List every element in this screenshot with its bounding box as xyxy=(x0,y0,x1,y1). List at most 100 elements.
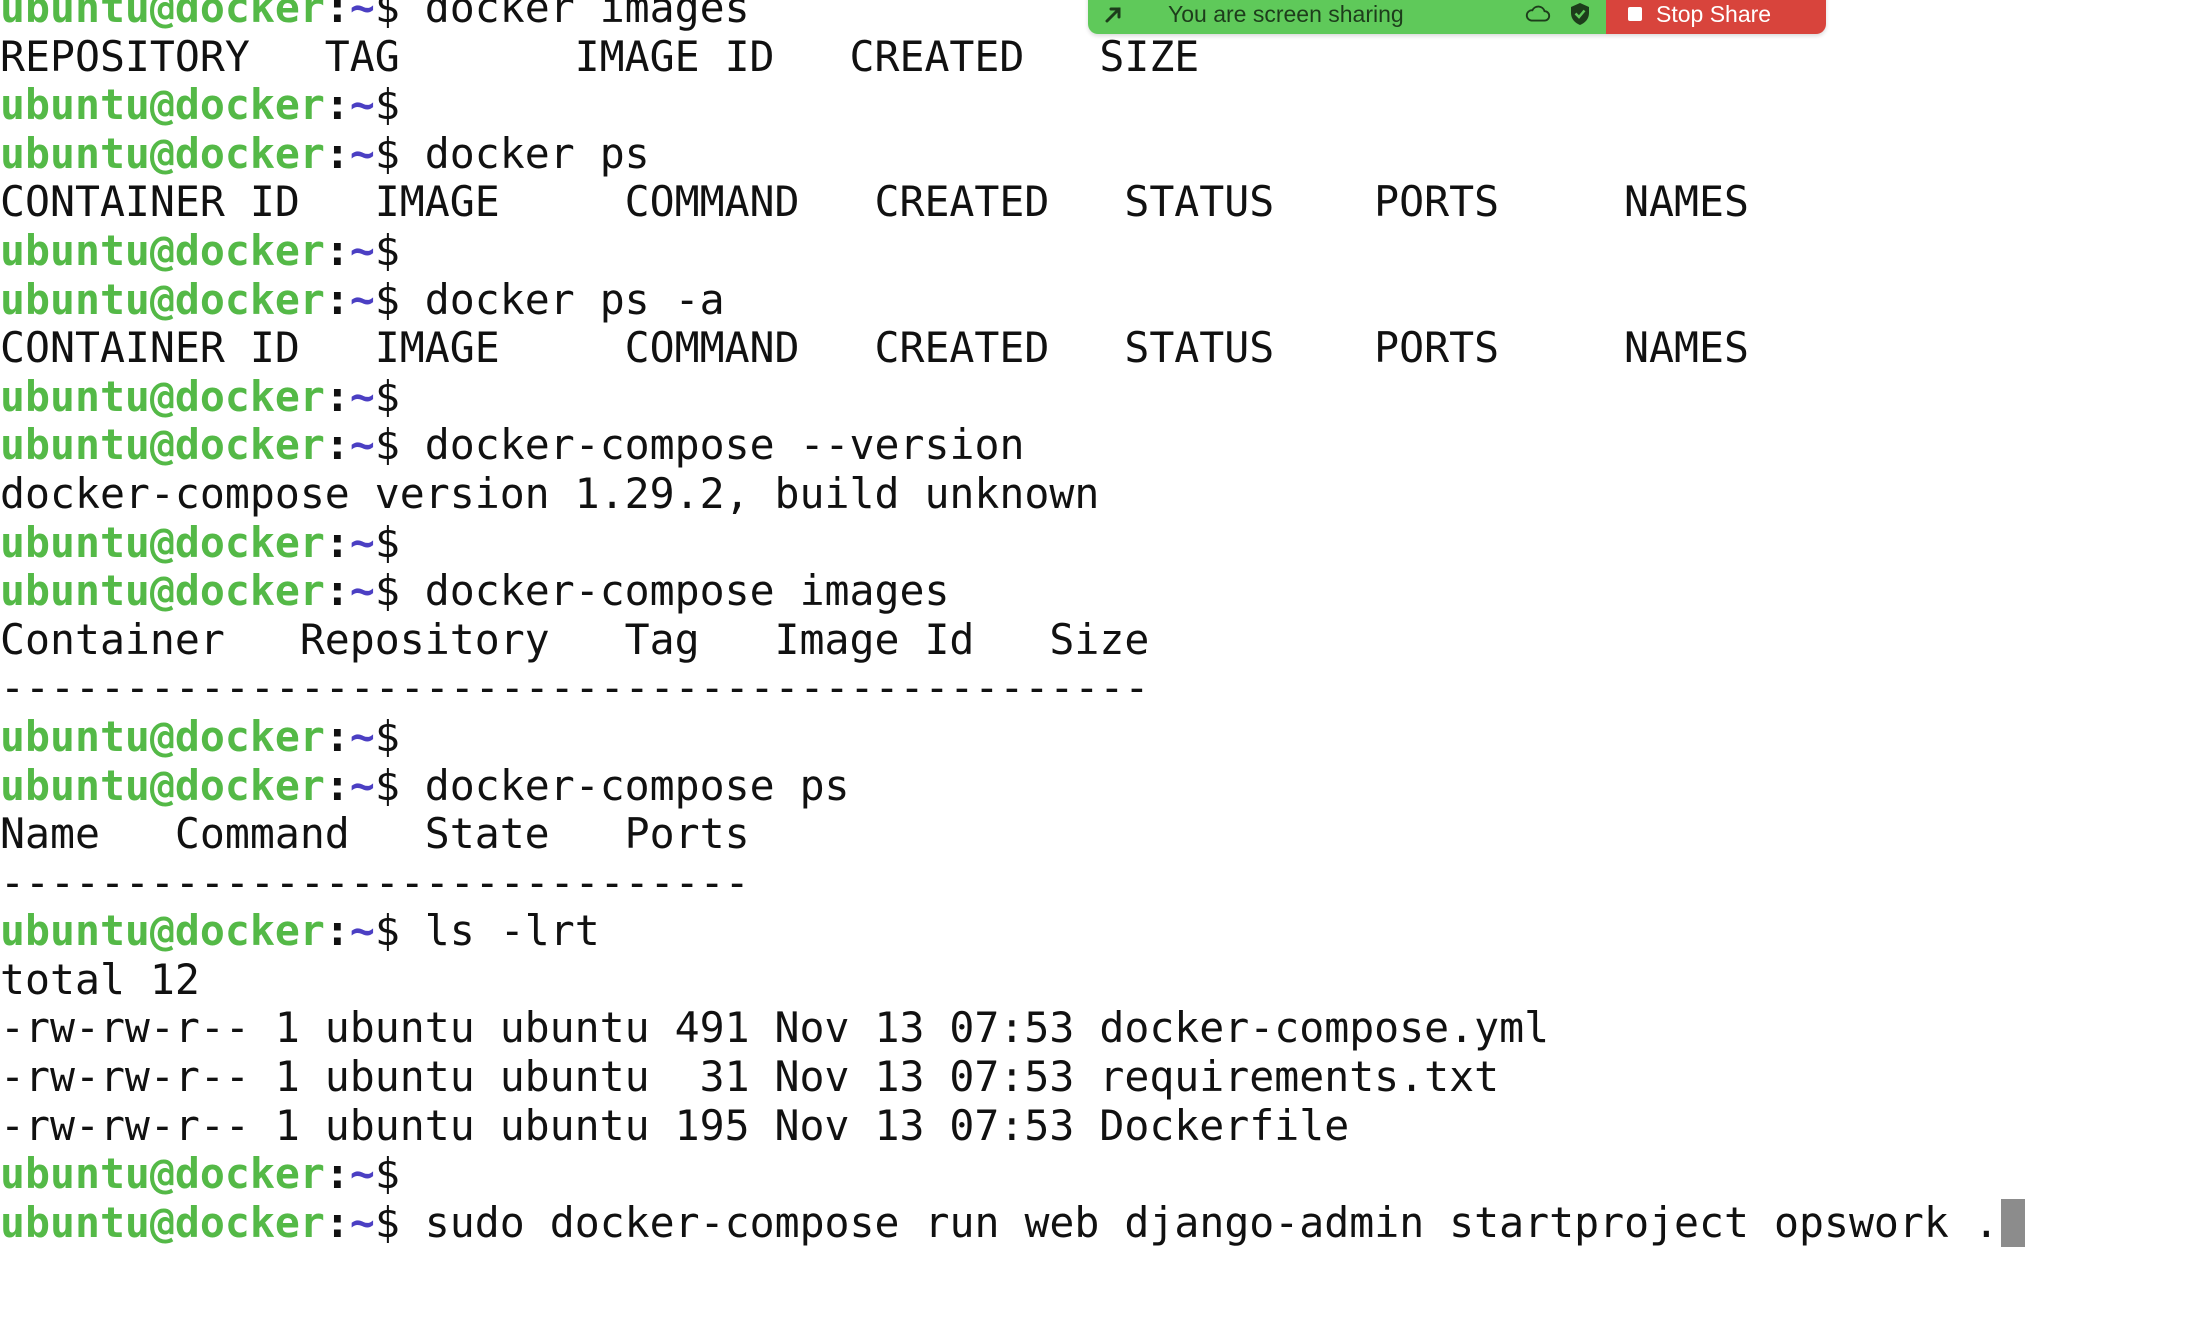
stop-share-label: Stop Share xyxy=(1656,0,1772,27)
prompt-line: ubuntu@docker:~$ docker-compose --versio… xyxy=(0,421,2206,470)
text-cursor xyxy=(2000,1198,2025,1247)
prompt-user-host: ubuntu@docker xyxy=(0,0,325,32)
command-text: docker images xyxy=(399,0,750,32)
prompt-colon: : xyxy=(324,274,350,324)
prompt-dollar: $ xyxy=(374,760,400,810)
prompt-user-host: ubuntu@docker xyxy=(0,420,325,470)
prompt-line: ubuntu@docker:~$ xyxy=(0,371,2206,422)
prompt-path: ~ xyxy=(349,1197,375,1247)
output-text: -rw-rw-r-- 1 ubuntu ubuntu 195 Nov 13 07… xyxy=(0,1100,1350,1150)
prompt-path: ~ xyxy=(349,566,375,616)
prompt-colon: : xyxy=(324,566,350,616)
output-text: REPOSITORY TAG IMAGE ID CREATED SIZE xyxy=(0,31,1200,81)
output-text: ----------------------------------------… xyxy=(0,663,1150,713)
output-line: ------------------------------ xyxy=(0,857,2206,908)
prompt-path: ~ xyxy=(349,420,375,470)
prompt-path: ~ xyxy=(349,711,375,761)
prompt-line: ubuntu@docker:~$ xyxy=(0,1149,2206,1199)
prompt-dollar: $ xyxy=(374,906,400,956)
prompt-path: ~ xyxy=(349,80,375,130)
prompt-colon: : xyxy=(324,80,350,130)
output-line: docker-compose version 1.29.2, build unk… xyxy=(0,468,2206,519)
command-text: docker-compose ps xyxy=(399,760,850,810)
prompt-path: ~ xyxy=(349,1149,375,1199)
output-line: REPOSITORY TAG IMAGE ID CREATED SIZE xyxy=(0,31,2206,82)
prompt-line: ubuntu@docker:~$ docker ps xyxy=(0,128,2206,179)
command-text: docker ps -a xyxy=(399,274,725,324)
prompt-colon: : xyxy=(324,517,350,567)
prompt-path: ~ xyxy=(349,128,375,178)
prompt-dollar: $ xyxy=(374,517,400,567)
command-text: docker-compose --version xyxy=(399,420,1025,470)
output-line: -rw-rw-r-- 1 ubuntu ubuntu 195 Nov 13 07… xyxy=(0,1100,2206,1151)
prompt-user-host: ubuntu@docker xyxy=(0,1149,325,1199)
stop-square-icon xyxy=(1628,7,1642,21)
prompt-user-host: ubuntu@docker xyxy=(0,274,325,324)
prompt-colon: : xyxy=(324,711,350,761)
output-line: Name Command State Ports xyxy=(0,809,2206,859)
prompt-user-host: ubuntu@docker xyxy=(0,517,325,567)
output-text: CONTAINER ID IMAGE COMMAND CREATED STATU… xyxy=(0,323,1749,373)
prompt-user-host: ubuntu@docker xyxy=(0,1197,325,1247)
output-text: ------------------------------ xyxy=(0,857,750,907)
prompt-path: ~ xyxy=(349,371,375,421)
shield-check-icon[interactable] xyxy=(1566,0,1594,28)
output-line: -rw-rw-r-- 1 ubuntu ubuntu 31 Nov 13 07:… xyxy=(0,1052,2206,1102)
cloud-icon[interactable] xyxy=(1524,0,1552,28)
prompt-colon: : xyxy=(324,128,350,178)
prompt-dollar: $ xyxy=(374,566,400,616)
prompt-dollar: $ xyxy=(374,420,400,470)
prompt-line: ubuntu@docker:~$ xyxy=(0,80,2206,130)
output-text: total 12 xyxy=(0,954,200,1004)
output-line: CONTAINER ID IMAGE COMMAND CREATED STATU… xyxy=(0,178,2206,227)
prompt-user-host: ubuntu@docker xyxy=(0,371,325,421)
prompt-user-host: ubuntu@docker xyxy=(0,566,325,616)
prompt-line: ubuntu@docker:~$ xyxy=(0,711,2206,762)
share-status-area: You are screen sharing xyxy=(1088,0,1606,34)
output-text: -rw-rw-r-- 1 ubuntu ubuntu 491 Nov 13 07… xyxy=(0,1003,1550,1053)
prompt-line: ubuntu@docker:~$ docker ps -a xyxy=(0,274,2206,325)
prompt-user-host: ubuntu@docker xyxy=(0,128,325,178)
output-line: -rw-rw-r-- 1 ubuntu ubuntu 491 Nov 13 07… xyxy=(0,1004,2206,1053)
prompt-path: ~ xyxy=(349,760,375,810)
stop-share-button[interactable]: Stop Share xyxy=(1606,0,1826,34)
output-text: CONTAINER ID IMAGE COMMAND CREATED STATU… xyxy=(0,177,1749,227)
prompt-colon: : xyxy=(324,225,350,275)
prompt-colon: : xyxy=(324,371,350,421)
prompt-line: ubuntu@docker:~$ sudo docker-compose run… xyxy=(0,1197,2206,1248)
command-text: sudo docker-compose run web django-admin… xyxy=(399,1197,1999,1247)
prompt-colon: : xyxy=(324,420,350,470)
prompt-line: ubuntu@docker:~$ docker-compose images xyxy=(0,566,2206,616)
prompt-line: ubuntu@docker:~$ docker-compose ps xyxy=(0,760,2206,811)
prompt-colon: : xyxy=(324,906,350,956)
prompt-dollar: $ xyxy=(374,371,400,421)
prompt-user-host: ubuntu@docker xyxy=(0,906,325,956)
output-text: -rw-rw-r-- 1 ubuntu ubuntu 31 Nov 13 07:… xyxy=(0,1052,1500,1102)
prompt-path: ~ xyxy=(349,225,375,275)
prompt-path: ~ xyxy=(349,517,375,567)
phone-arrow-icon[interactable] xyxy=(1100,0,1128,28)
prompt-dollar: $ xyxy=(374,1197,400,1247)
output-line: CONTAINER ID IMAGE COMMAND CREATED STATU… xyxy=(0,323,2206,373)
prompt-path: ~ xyxy=(349,0,375,32)
prompt-path: ~ xyxy=(349,274,375,324)
prompt-colon: : xyxy=(324,1197,350,1247)
output-line: total 12 xyxy=(0,954,2206,1005)
prompt-user-host: ubuntu@docker xyxy=(0,80,325,130)
prompt-line: ubuntu@docker:~$ ls -lrt xyxy=(0,906,2206,956)
output-text: Container Repository Tag Image Id Size xyxy=(0,614,1150,664)
screen-share-bar: You are screen sharing Stop Share xyxy=(1088,0,1826,34)
terminal-window[interactable]: ubuntu@docker:~$ docker images REPOSITORY… xyxy=(0,0,2206,1247)
output-text: docker-compose version 1.29.2, build unk… xyxy=(0,468,1100,518)
command-text: ls -lrt xyxy=(399,906,600,956)
prompt-dollar: $ xyxy=(374,711,400,761)
prompt-dollar: $ xyxy=(374,128,400,178)
prompt-user-host: ubuntu@docker xyxy=(0,760,325,810)
prompt-user-host: ubuntu@docker xyxy=(0,711,325,761)
prompt-dollar: $ xyxy=(374,80,400,130)
prompt-line: ubuntu@docker:~$ xyxy=(0,517,2206,568)
prompt-colon: : xyxy=(324,1149,350,1199)
prompt-line: ubuntu@docker:~$ xyxy=(0,225,2206,276)
prompt-colon: : xyxy=(324,760,350,810)
command-text: docker-compose images xyxy=(399,566,950,616)
